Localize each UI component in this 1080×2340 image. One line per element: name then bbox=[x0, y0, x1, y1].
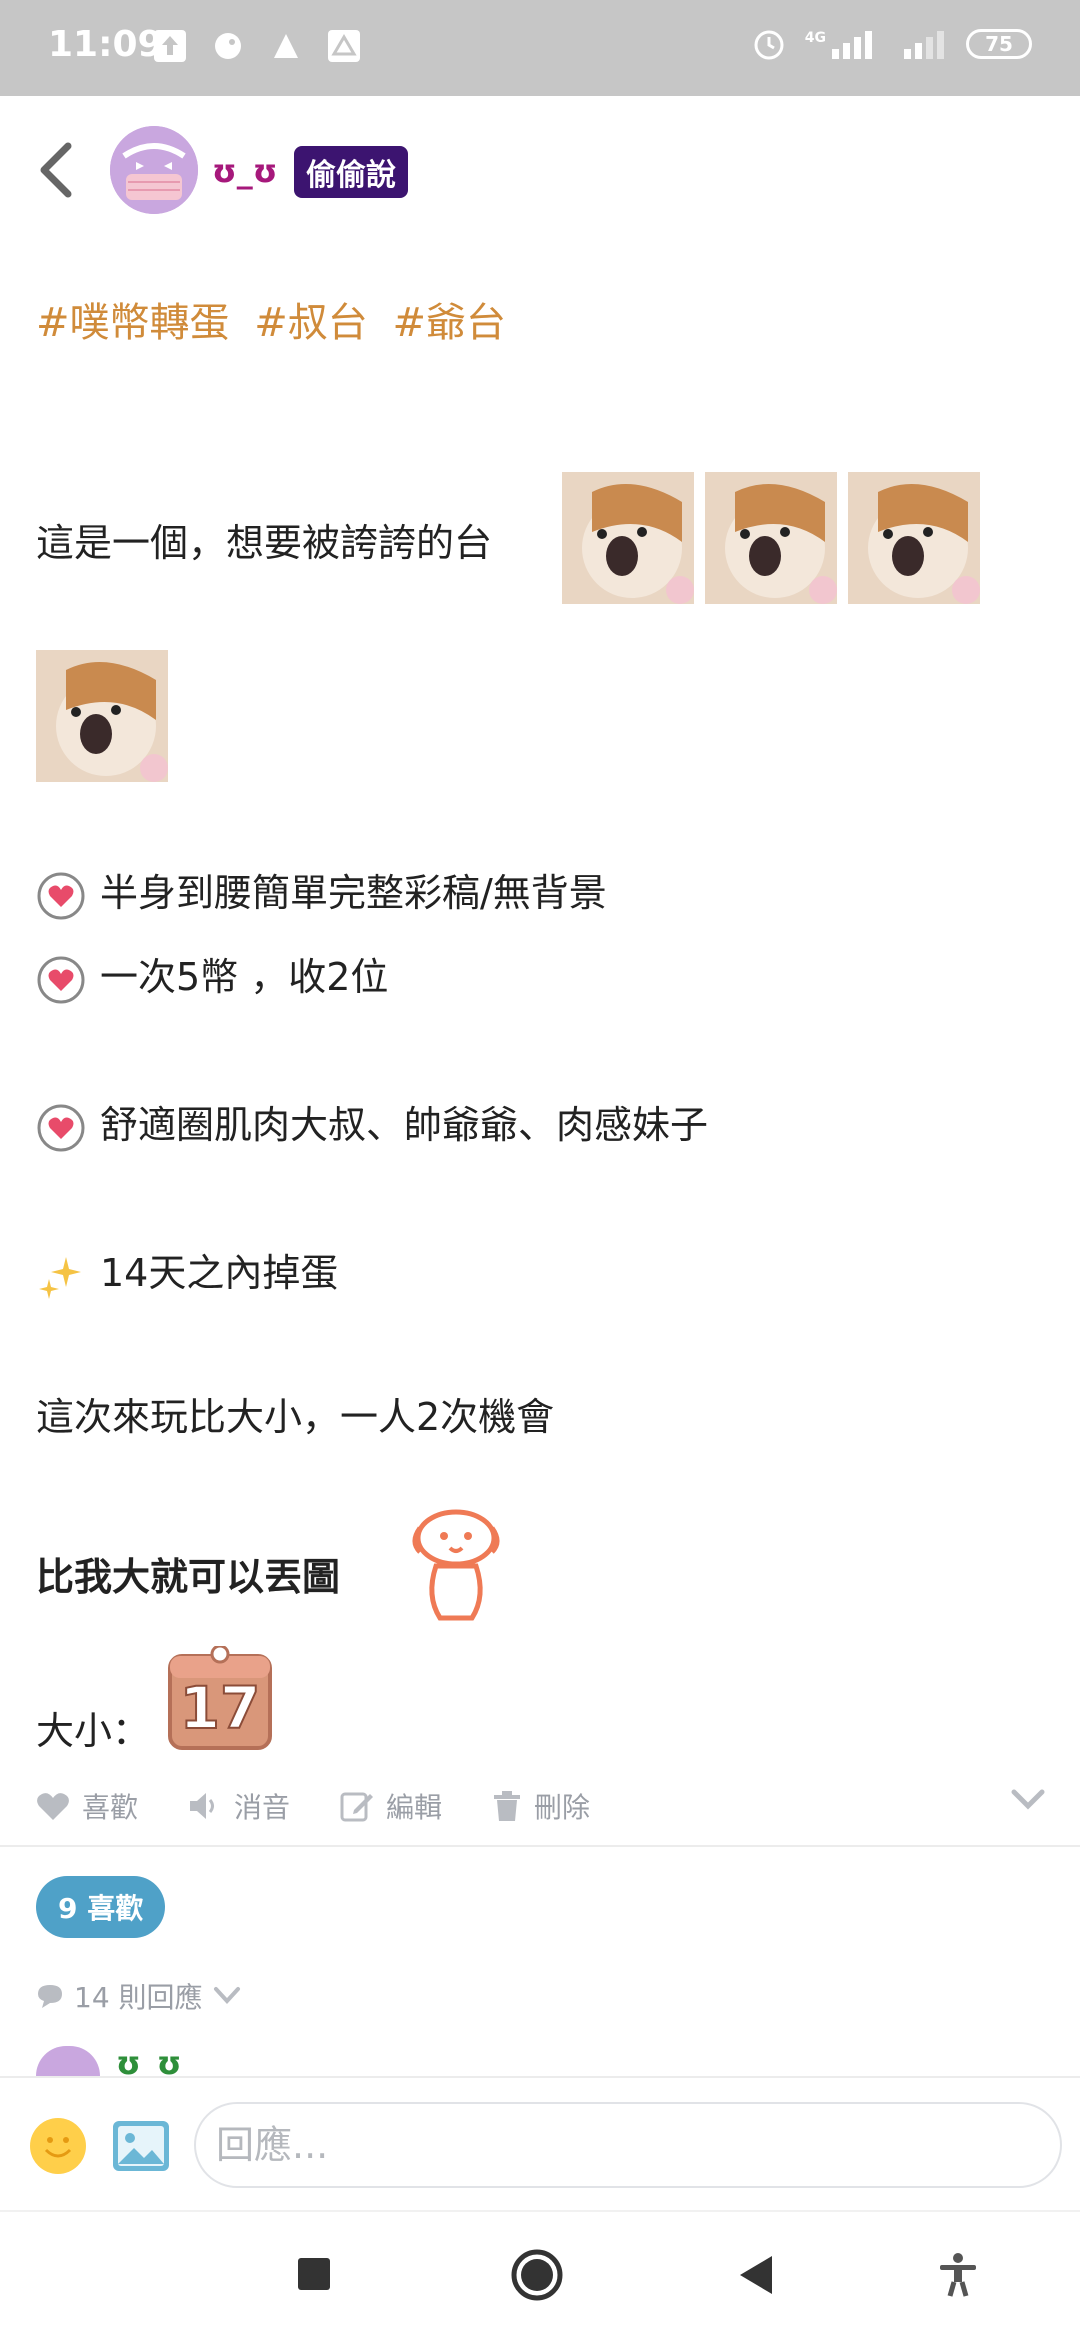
dog-mascot-icon bbox=[412, 1509, 500, 1621]
edit-label: 編輯 bbox=[386, 1791, 443, 1824]
heart-bubble-icon bbox=[37, 1104, 85, 1151]
bird-icon bbox=[215, 33, 241, 59]
mute-label: 消音 bbox=[234, 1791, 291, 1824]
home-icon[interactable] bbox=[510, 2248, 564, 2302]
reply-avatar[interactable] bbox=[36, 2046, 100, 2076]
like-button[interactable]: 喜歡 bbox=[36, 1786, 138, 1826]
post-item-text: 舒適圈肌肉大叔、帥爺爺、肉感妹子 bbox=[100, 1103, 709, 1147]
post-intro: 這是一個，想要被誇誇的台 bbox=[36, 521, 493, 565]
sparkles-icon bbox=[39, 1256, 81, 1299]
heart-bubble-icon bbox=[37, 956, 85, 1003]
hashtag[interactable]: #爺台 bbox=[392, 300, 506, 346]
post-actions: 喜歡 消音 編輯 刪除 bbox=[36, 1776, 1046, 1836]
accessibility-icon[interactable] bbox=[938, 2252, 978, 2298]
chevron-down-icon bbox=[213, 1987, 240, 2004]
post-item-text: 14天之內掉蛋 bbox=[100, 1251, 339, 1295]
dog-sticker-image bbox=[705, 472, 837, 604]
dog-sticker-image bbox=[562, 472, 694, 604]
post-bold-line: 比我大就可以丟圖 bbox=[36, 1555, 341, 1599]
status-right: 4G 75 bbox=[751, 26, 1032, 62]
post-item: 一次5幣 ，收2位 bbox=[36, 946, 388, 1005]
dog-sticker-image bbox=[36, 650, 168, 782]
dog-sticker-image bbox=[848, 472, 980, 604]
dice-result: 17 bbox=[166, 1646, 274, 1752]
emoji-smile-icon[interactable] bbox=[30, 2118, 86, 2174]
battery-indicator: 75 bbox=[966, 29, 1032, 59]
reply-username[interactable]: ʊ_ʊ bbox=[116, 2054, 186, 2076]
anonymous-badge: 偷偷說 bbox=[294, 146, 408, 198]
status-time: 11:09 bbox=[48, 24, 163, 65]
hashtags: #噗幣轉蛋 #叔台 #爺台 bbox=[36, 290, 518, 348]
dice-value: 17 bbox=[179, 1673, 262, 1743]
post-item: 半身到腰簡單完整彩稿/無背景 bbox=[36, 862, 607, 921]
back-triangle-icon[interactable] bbox=[738, 2254, 774, 2296]
post-header: ʊ_ʊ 偷偷說 bbox=[0, 96, 1080, 246]
avatar[interactable] bbox=[110, 126, 198, 214]
post-item: 14天之內掉蛋 bbox=[36, 1242, 338, 1301]
signal-icon bbox=[832, 31, 872, 59]
trash-icon bbox=[494, 1791, 521, 1821]
edit-button[interactable]: 編輯 bbox=[340, 1786, 442, 1826]
status-bar: 11:09 4G 75 bbox=[0, 0, 1080, 96]
hashtag[interactable]: #噗幣轉蛋 bbox=[36, 300, 230, 346]
chevron-down-icon[interactable] bbox=[1010, 1788, 1046, 1812]
post-rule: 這次來玩比大小，一人2次機會 bbox=[36, 1395, 555, 1439]
post-item-text: 半身到腰簡單完整彩稿/無背景 bbox=[100, 871, 607, 915]
delete-label: 刪除 bbox=[534, 1791, 591, 1824]
masked-face-icon bbox=[110, 126, 198, 214]
image-upload-icon[interactable] bbox=[112, 2120, 170, 2172]
post-item-text: 一次5幣 ，收2位 bbox=[100, 955, 389, 999]
reply-bar: 回應... bbox=[0, 2076, 1080, 2210]
like-label: 喜歡 bbox=[82, 1791, 139, 1824]
replies-toggle[interactable]: 14 則回應 bbox=[36, 1976, 241, 2016]
upload-icon bbox=[154, 30, 186, 62]
post-item: 舒適圈肌肉大叔、帥爺爺、肉感妹子 bbox=[36, 1094, 708, 1153]
comment-icon bbox=[38, 1985, 62, 2008]
likes-count-button[interactable]: 9 喜歡 bbox=[36, 1876, 166, 1938]
drive-icon bbox=[328, 30, 360, 62]
size-label: 大小： bbox=[36, 1709, 151, 1753]
reply-input[interactable]: 回應... bbox=[194, 2102, 1062, 2188]
back-arrow-icon[interactable] bbox=[36, 140, 76, 200]
recent-apps-icon[interactable] bbox=[296, 2256, 332, 2292]
heart-bubble-icon bbox=[37, 872, 85, 919]
network-type: 4G bbox=[804, 30, 826, 46]
heart-icon bbox=[37, 1793, 69, 1820]
username[interactable]: ʊ_ʊ bbox=[212, 152, 277, 190]
mute-button[interactable]: 消音 bbox=[188, 1786, 290, 1826]
hashtag[interactable]: #叔台 bbox=[254, 300, 368, 346]
notification-icons bbox=[152, 28, 362, 64]
speaker-icon bbox=[190, 1793, 215, 1819]
signal-2-icon bbox=[904, 31, 944, 59]
alarm-icon bbox=[754, 30, 784, 60]
app-icon bbox=[274, 34, 298, 58]
delete-button[interactable]: 刪除 bbox=[492, 1786, 590, 1826]
edit-icon bbox=[340, 1792, 374, 1822]
replies-count: 14 則回應 bbox=[74, 1981, 203, 2014]
divider bbox=[0, 1845, 1080, 1847]
system-nav-bar bbox=[0, 2210, 1080, 2340]
